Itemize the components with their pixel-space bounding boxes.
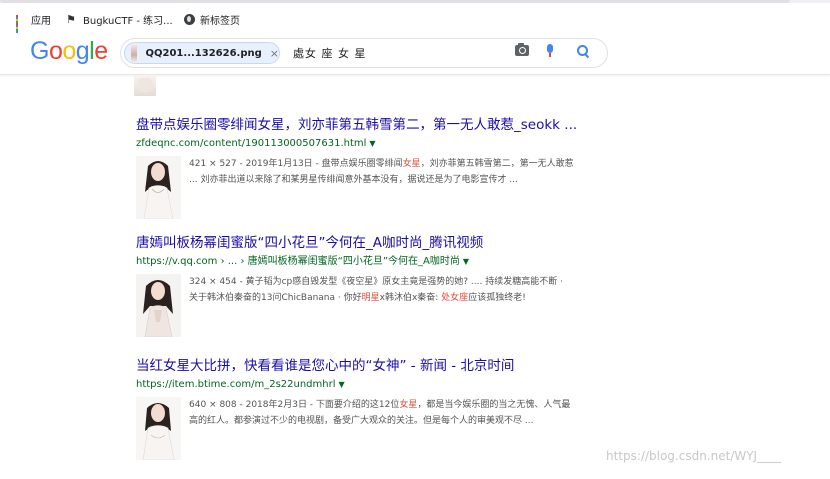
result-title-link[interactable]: 当红女星大比拼，快看看谁是您心中的“女神” - 新闻 - 北京时间 xyxy=(136,358,616,375)
microphone-icon[interactable] xyxy=(547,44,553,57)
result-url-text: https://v.qq.com › ... › 唐嫣叫板杨幂闺蜜版“四小花旦”… xyxy=(136,256,460,267)
result-thumbnail[interactable] xyxy=(136,274,181,337)
search-box[interactable]: QQ201...132626.png × 處女 座 女 星 xyxy=(120,38,608,68)
chevron-down-icon[interactable]: ▼ xyxy=(369,139,375,148)
logo-letter: G xyxy=(30,37,49,65)
snippet-text: ，刘亦菲第五韩雪第二，第一无人敢惹 xyxy=(420,159,574,169)
bookmark-label: 应用 xyxy=(31,16,51,27)
result-body: 640 × 808 - 2018年2月3日 - 下面要介绍的这12位女星，都是当… xyxy=(136,397,616,463)
logo-letter: g xyxy=(75,37,90,65)
result-title-link[interactable]: 唐嫣叫板杨幂闺蜜版“四小花旦”今何在_A咖时尚_腾讯视频 xyxy=(136,235,616,252)
image-search-chip[interactable]: QQ201...132626.png × xyxy=(124,42,280,64)
logo-letter: o xyxy=(48,37,63,65)
chip-thumbnail xyxy=(131,44,137,62)
address-bar-edge xyxy=(0,0,790,3)
chevron-down-icon[interactable]: ▼ xyxy=(463,257,469,266)
snippet-line: ... 刘亦菲出道以来除了和某男星传绯闻意外基本没有，据说还是为了电影宣传才 .… xyxy=(189,172,609,188)
snippet-text: 640 × 808 - 2018年2月3日 - 下面要介绍的这12位 xyxy=(189,400,400,410)
snippet-line: 324 × 454 - 黄子韬为cp感自毁发型《夜空星》原女主竟是强势的她? .… xyxy=(189,274,609,290)
result-title-link[interactable]: 盘带点娱乐圈零绯闻女星，刘亦菲第五韩雪第二，第一无人敢惹_seokk ... xyxy=(136,117,616,134)
bookmark-new-tab[interactable]: 新标签页 xyxy=(184,12,240,27)
result-thumbnail-partial[interactable] xyxy=(134,75,156,96)
snippet-text: 高的红人。都参演过不少的电视剧，备受广大观众的关注。但是每个人的审美观不尽 ..… xyxy=(189,416,534,426)
snippet-highlight: 女星 xyxy=(402,159,421,169)
result-body: 324 × 454 - 黄子韬为cp感自毁发型《夜空星》原女主竟是强势的她? .… xyxy=(136,274,616,340)
snippet-highlight: 处女座 xyxy=(441,293,469,303)
chevron-down-icon[interactable]: ▼ xyxy=(339,380,345,389)
snippet-highlight: 女星 xyxy=(399,400,418,410)
snippet-text: ，都是当今娱乐圈的当之无愧、人气最 xyxy=(417,400,571,410)
result-thumbnail[interactable] xyxy=(136,397,181,460)
snippet-text: 应该孤独终老! xyxy=(468,293,526,303)
result-url-text: zfdeqnc.com/content/190113000507631.html xyxy=(136,138,367,149)
snippet-highlight: 明星 xyxy=(361,293,380,303)
snippet-text: 324 × 454 - 黄子韬为cp感自毁发型《夜空星》原女主竟是强势的她? .… xyxy=(189,277,563,287)
bookmark-label: BugkuCTF - 练习... xyxy=(83,16,173,27)
result-snippet: 421 × 527 - 2019年1月13日 - 盘带点娱乐圈零绯闻女星，刘亦菲… xyxy=(189,156,609,188)
snippet-line: 高的红人。都参演过不少的电视剧，备受广大观众的关注。但是每个人的审美观不尽 ..… xyxy=(189,413,609,429)
snippet-text: 关于韩沐伯秦奋的13问ChicBanana · 你好 xyxy=(189,293,362,303)
result-url: https://item.btime.com/m_2s22undmhrl ▼ xyxy=(136,379,616,391)
snippet-line: 640 × 808 - 2018年2月3日 - 下面要介绍的这12位女星，都是当… xyxy=(189,397,609,413)
chip-filename: QQ201...132626.png xyxy=(145,47,262,59)
result-body: 421 × 527 - 2019年1月13日 - 盘带点娱乐圈零绯闻女星，刘亦菲… xyxy=(136,156,616,222)
search-header: Google QQ201...132626.png × 處女 座 女 星 xyxy=(0,34,830,75)
camera-icon[interactable] xyxy=(515,43,529,56)
bookmark-label: 新标签页 xyxy=(200,16,240,27)
snippet-text: ... 刘亦菲出道以来除了和某男星传绯闻意外基本没有，据说还是为了电影宣传才 .… xyxy=(189,175,518,185)
search-input[interactable]: 處女 座 女 星 xyxy=(293,45,367,61)
close-icon[interactable]: × xyxy=(270,48,279,59)
result-url: https://v.qq.com › ... › 唐嫣叫板杨幂闺蜜版“四小花旦”… xyxy=(136,256,616,268)
google-logo[interactable]: Google xyxy=(30,37,108,66)
snippet-line: 关于韩沐伯秦奋的13问ChicBanana · 你好明星x韩沐伯x秦奋: 处女座… xyxy=(189,290,609,306)
result-snippet: 640 × 808 - 2018年2月3日 - 下面要介绍的这12位女星，都是当… xyxy=(189,397,609,429)
result-url-text: https://item.btime.com/m_2s22undmhrl xyxy=(136,379,336,390)
bookmark-apps[interactable]: 应用 xyxy=(16,12,51,33)
result-url: zfdeqnc.com/content/190113000507631.html… xyxy=(136,138,616,150)
search-result: 盘带点娱乐圈零绯闻女星，刘亦菲第五韩雪第二，第一无人敢惹_seokk ... z… xyxy=(136,117,616,222)
result-thumbnail[interactable] xyxy=(136,156,181,219)
flag-icon: ⚑ xyxy=(66,13,76,26)
search-result: 当红女星大比拼，快看看谁是您心中的“女神” - 新闻 - 北京时间 https:… xyxy=(136,358,616,463)
browser-top-strip xyxy=(0,0,830,3)
watermark: https://blog.csdn.net/WYJ____ xyxy=(606,449,782,463)
logo-letter: o xyxy=(62,37,76,65)
globe-icon xyxy=(184,14,195,25)
bookmark-bugkuctf[interactable]: ⚑ BugkuCTF - 练习... xyxy=(66,12,173,27)
snippet-line: 421 × 527 - 2019年1月13日 - 盘带点娱乐圈零绯闻女星，刘亦菲… xyxy=(189,156,609,172)
snippet-text: x韩沐伯x秦奋: xyxy=(379,293,442,303)
apps-icon xyxy=(16,14,26,33)
result-snippet: 324 × 454 - 黄子韬为cp感自毁发型《夜空星》原女主竟是强势的她? .… xyxy=(189,274,609,306)
bookmarks-bar: 应用 ⚑ BugkuCTF - 练习... 新标签页 xyxy=(0,4,830,34)
search-result: 唐嫣叫板杨幂闺蜜版“四小花旦”今何在_A咖时尚_腾讯视频 https://v.q… xyxy=(136,235,616,340)
snippet-text: 421 × 527 - 2019年1月13日 - 盘带点娱乐圈零绯闻 xyxy=(189,159,403,169)
search-icon[interactable] xyxy=(576,44,590,59)
logo-letter: e xyxy=(94,37,108,65)
